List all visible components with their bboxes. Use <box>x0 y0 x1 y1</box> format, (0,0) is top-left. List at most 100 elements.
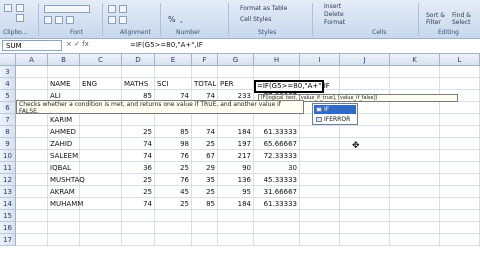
underline-icon[interactable] <box>66 16 74 24</box>
student-total-cell[interactable]: 95 <box>218 186 254 198</box>
grid-cell[interactable] <box>254 66 300 78</box>
grid-cell[interactable] <box>16 126 48 138</box>
student-name-cell[interactable]: AKRAM <box>48 186 80 198</box>
row-header[interactable]: 6 <box>0 102 16 114</box>
grid-cell[interactable] <box>390 210 440 222</box>
align-center-icon[interactable] <box>119 16 127 24</box>
grid-cell[interactable] <box>48 66 80 78</box>
grid-cell[interactable] <box>192 210 218 222</box>
grid-cell[interactable] <box>340 150 390 162</box>
cut-icon[interactable] <box>16 4 24 12</box>
student-sci-cell[interactable]: 67 <box>192 150 218 162</box>
grid-cell[interactable] <box>16 186 48 198</box>
student-total-cell[interactable]: 184 <box>218 126 254 138</box>
font-name-box[interactable] <box>44 5 90 13</box>
grid-cell[interactable] <box>390 150 440 162</box>
grid-cell[interactable] <box>340 126 390 138</box>
student-eng-cell[interactable]: 25 <box>122 126 155 138</box>
column-header[interactable]: L <box>440 54 480 66</box>
grid-cell[interactable] <box>122 234 155 246</box>
grid-cell[interactable] <box>218 210 254 222</box>
grid-cell[interactable] <box>254 234 300 246</box>
delete-cells-button[interactable]: Delete <box>324 11 344 18</box>
grid-cell[interactable] <box>16 162 48 174</box>
grid-cell[interactable] <box>192 222 218 234</box>
grid-cell[interactable] <box>80 222 122 234</box>
student-per-cell[interactable]: 31.66667 <box>254 186 300 198</box>
student-per-cell[interactable]: 45.33333 <box>254 174 300 186</box>
student-maths-cell[interactable]: 45 <box>155 186 192 198</box>
row-header[interactable]: 16 <box>0 222 16 234</box>
grid-cell[interactable] <box>440 78 480 90</box>
grid-cell[interactable] <box>440 150 480 162</box>
student-name-cell[interactable]: IQBAL <box>48 162 80 174</box>
student-sci-cell[interactable]: 25 <box>192 138 218 150</box>
student-maths-cell[interactable]: 25 <box>155 162 192 174</box>
grid-cell[interactable] <box>80 66 122 78</box>
grid-cell[interactable] <box>390 138 440 150</box>
grid-cell[interactable] <box>80 162 122 174</box>
grid-cell[interactable] <box>390 186 440 198</box>
grid-cell[interactable] <box>48 210 80 222</box>
grid-cell[interactable] <box>300 126 340 138</box>
grid-cell[interactable] <box>254 222 300 234</box>
grid-cell[interactable] <box>390 198 440 210</box>
row-header[interactable]: 8 <box>0 126 16 138</box>
insert-cells-button[interactable]: Insert <box>324 3 341 10</box>
row-header[interactable]: 4 <box>0 78 16 90</box>
column-title-eng[interactable]: ENG <box>80 78 122 90</box>
column-title-sci[interactable]: SCI <box>155 78 192 90</box>
grid-cell[interactable] <box>192 234 218 246</box>
grid-cell[interactable] <box>390 174 440 186</box>
grid-cell[interactable] <box>192 66 218 78</box>
row-header[interactable]: 14 <box>0 198 16 210</box>
grid-cell[interactable] <box>340 186 390 198</box>
comma-icon[interactable]: , <box>180 15 183 24</box>
column-header[interactable]: A <box>16 54 48 66</box>
student-total-cell[interactable]: 197 <box>218 138 254 150</box>
student-total-cell[interactable]: 136 <box>218 174 254 186</box>
grid-cell[interactable] <box>122 66 155 78</box>
grid-cell[interactable] <box>440 210 480 222</box>
column-header[interactable]: G <box>218 54 254 66</box>
column-title-name[interactable]: NAME <box>48 78 80 90</box>
row-header[interactable]: 7 <box>0 114 16 126</box>
grid-cell[interactable] <box>16 150 48 162</box>
bold-icon[interactable] <box>44 16 52 24</box>
column-title-per[interactable]: PER <box>218 78 254 90</box>
grid-cell[interactable] <box>390 66 440 78</box>
grid-cell[interactable] <box>340 78 390 90</box>
grid-cell[interactable] <box>440 102 480 114</box>
grid-cell[interactable] <box>192 114 218 126</box>
grid-cell[interactable] <box>80 198 122 210</box>
name-box[interactable]: SUM <box>2 40 62 51</box>
italic-icon[interactable] <box>55 16 63 24</box>
grid-cell[interactable] <box>155 66 192 78</box>
grid-cell[interactable] <box>390 102 440 114</box>
student-name-cell[interactable]: ZAHID <box>48 138 80 150</box>
row-header[interactable]: 9 <box>0 138 16 150</box>
student-per-cell[interactable]: 30 <box>254 162 300 174</box>
grid-cell[interactable] <box>300 186 340 198</box>
grid-cell[interactable] <box>254 114 300 126</box>
formula-bar-fx-icon[interactable]: × ✓ fx <box>66 40 126 52</box>
student-total-cell[interactable]: 90 <box>218 162 254 174</box>
student-per-cell[interactable]: 65.66667 <box>254 138 300 150</box>
grid-cell[interactable] <box>122 222 155 234</box>
grid-cell[interactable] <box>340 222 390 234</box>
grid-cell[interactable] <box>440 186 480 198</box>
grid-cell[interactable] <box>155 210 192 222</box>
grid-cell[interactable] <box>340 234 390 246</box>
select-all-corner[interactable] <box>0 54 16 66</box>
student-eng-cell[interactable]: 36 <box>122 162 155 174</box>
grid-cell[interactable] <box>16 222 48 234</box>
grid-cell[interactable] <box>155 114 192 126</box>
student-maths-cell[interactable]: 25 <box>155 198 192 210</box>
student-eng-cell[interactable]: 74 <box>122 198 155 210</box>
grid-cell[interactable] <box>80 150 122 162</box>
grid-cell[interactable] <box>254 210 300 222</box>
grid-cell[interactable] <box>340 162 390 174</box>
grid-cell[interactable] <box>300 222 340 234</box>
grid-cell[interactable] <box>48 234 80 246</box>
student-total-cell[interactable]: 217 <box>218 150 254 162</box>
